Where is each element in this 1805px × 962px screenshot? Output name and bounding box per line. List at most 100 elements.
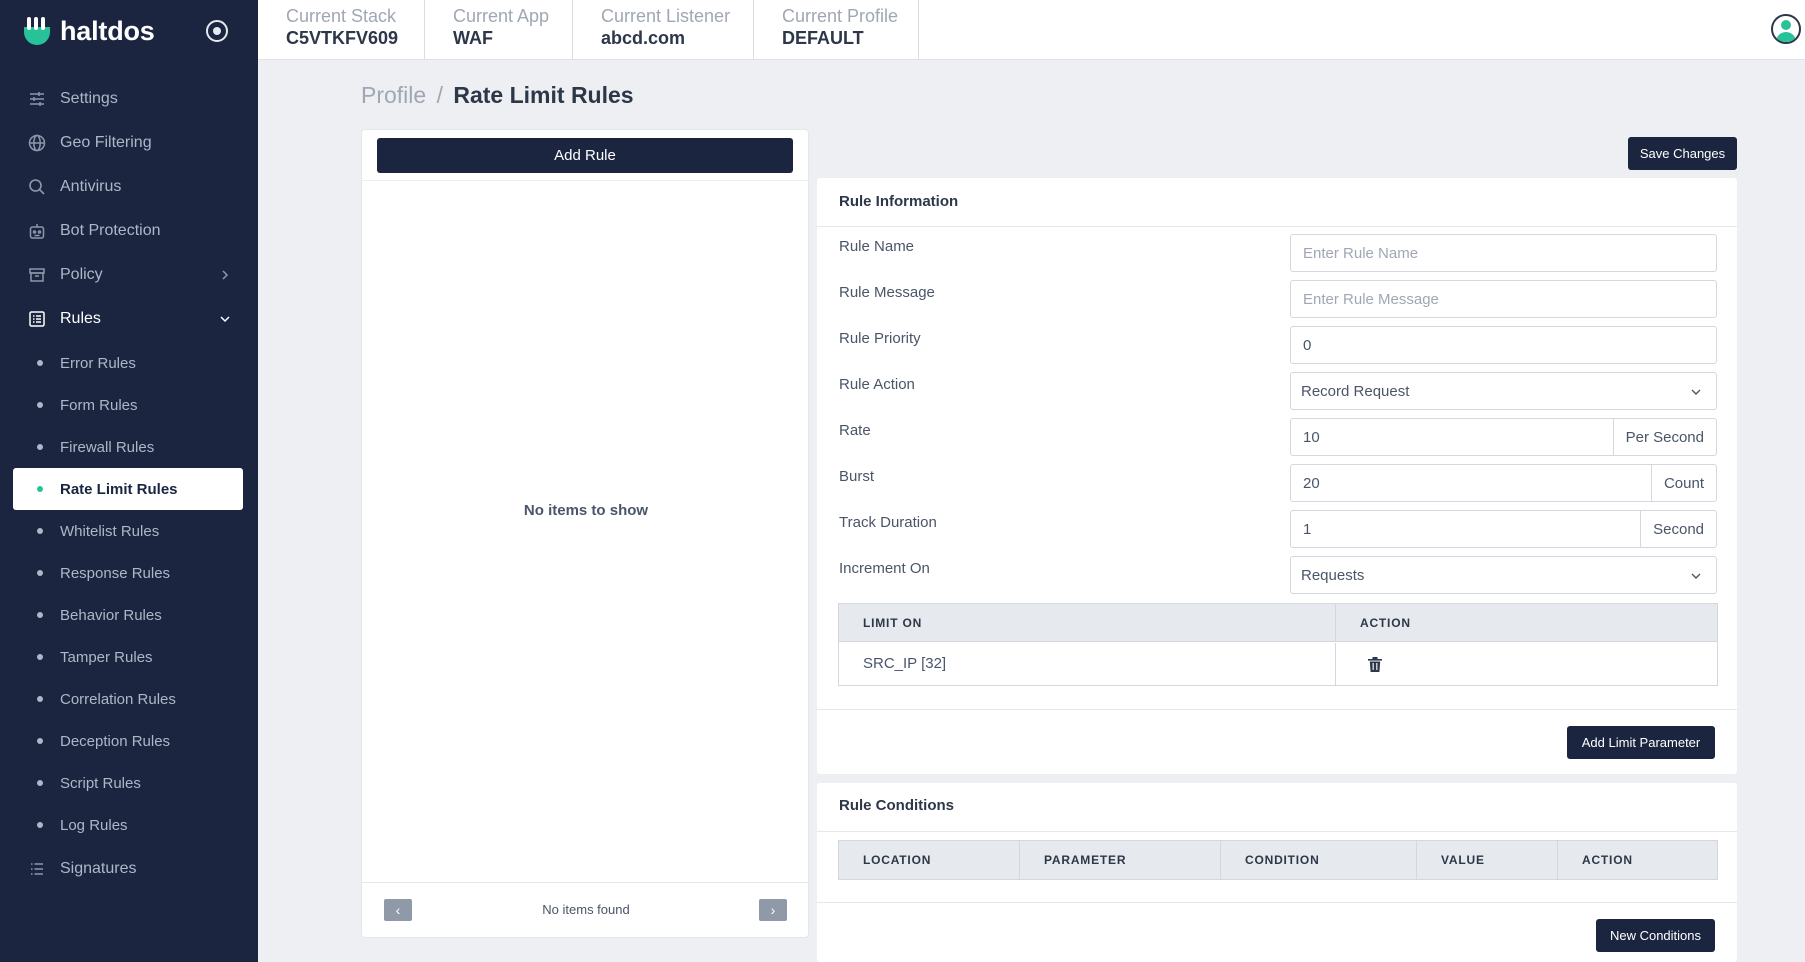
- sidebar-item-geo-filtering[interactable]: Geo Filtering: [0, 123, 258, 163]
- rule-action-select[interactable]: Record Request: [1290, 372, 1717, 410]
- context-current-app[interactable]: Current App WAF: [425, 0, 573, 59]
- context-current-stack[interactable]: Current Stack C5VTKFV609: [258, 0, 425, 59]
- column-header-value: VALUE: [1416, 841, 1557, 879]
- sidebar-subitem-label: Form Rules: [60, 396, 138, 414]
- sidebar-subitem-tamper-rules[interactable]: Tamper Rules: [13, 636, 243, 678]
- sidebar-subitem-behavior-rules[interactable]: Behavior Rules: [13, 594, 243, 636]
- sidebar-subitem-deception-rules[interactable]: Deception Rules: [13, 720, 243, 762]
- sidebar-subitem-form-rules[interactable]: Form Rules: [13, 384, 243, 426]
- rule-name-label: Rule Name: [839, 238, 915, 255]
- breadcrumb-separator: /: [436, 82, 443, 108]
- context-current-profile[interactable]: Current Profile DEFAULT: [754, 0, 919, 59]
- add-rule-button[interactable]: Add Rule: [377, 138, 793, 173]
- sidebar-item-label: Bot Protection: [60, 222, 161, 239]
- user-avatar-icon[interactable]: [1771, 14, 1801, 44]
- bullet-icon: [37, 360, 43, 366]
- track-duration-unit: Second: [1640, 511, 1716, 547]
- brand-name: haltdos: [60, 15, 155, 46]
- save-changes-button[interactable]: Save Changes: [1628, 137, 1737, 170]
- rule-priority-field: [1290, 326, 1717, 364]
- brand-logo[interactable]: haltdos: [22, 14, 155, 48]
- limit-on-cell: SRC_IP [32]: [863, 655, 947, 672]
- rule-message-input[interactable]: [1291, 281, 1716, 317]
- trash-icon[interactable]: [1368, 657, 1382, 672]
- burst-unit: Count: [1650, 465, 1716, 501]
- pagination: ‹ No items found ›: [362, 882, 810, 938]
- sidebar-item-rules[interactable]: Rules: [0, 299, 258, 339]
- sidebar-subitem-label: Error Rules: [60, 354, 136, 372]
- sidebar-item-antivirus[interactable]: Antivirus: [0, 167, 258, 207]
- sidebar-subitem-label: Whitelist Rules: [60, 522, 160, 540]
- divider: [362, 180, 810, 181]
- column-header-parameter: PARAMETER: [1019, 841, 1220, 879]
- bullet-icon: [37, 780, 43, 786]
- bullet-icon: [37, 654, 43, 660]
- increment-on-select[interactable]: Requests: [1290, 556, 1717, 594]
- sidebar-subitem-log-rules[interactable]: Log Rules: [13, 804, 243, 846]
- rate-unit: Per Second: [1612, 419, 1716, 455]
- search-icon: [29, 179, 45, 195]
- topbar: Current Stack C5VTKFV609 Current App WAF…: [258, 0, 1805, 60]
- context-current-listener[interactable]: Current Listener abcd.com: [573, 0, 754, 59]
- pagination-info: No items found: [542, 902, 630, 917]
- table-header: LOCATION PARAMETER CONDITION VALUE ACTIO…: [839, 841, 1717, 879]
- sidebar-subitem-script-rules[interactable]: Script Rules: [13, 762, 243, 804]
- next-page-button[interactable]: ›: [759, 899, 787, 921]
- sidebar-item-policy[interactable]: Policy: [0, 255, 258, 295]
- sidebar-subitem-error-rules[interactable]: Error Rules: [13, 342, 243, 384]
- breadcrumb: Profile / Rate Limit Rules: [361, 82, 634, 109]
- conditions-table: LOCATION PARAMETER CONDITION VALUE ACTIO…: [838, 840, 1718, 880]
- sidebar-subitem-response-rules[interactable]: Response Rules: [13, 552, 243, 594]
- rule-information-card: Rule Information Rule Name Rule Message …: [817, 178, 1737, 774]
- bullet-icon: [37, 822, 43, 828]
- add-limit-parameter-button[interactable]: Add Limit Parameter: [1567, 726, 1715, 759]
- rule-priority-label: Rule Priority: [839, 330, 921, 347]
- chevron-down-icon: [220, 316, 230, 323]
- context-value: C5VTKFV609: [286, 28, 399, 48]
- action-cell: [1335, 643, 1717, 685]
- sidebar-item-bot-protection[interactable]: Bot Protection: [0, 211, 258, 251]
- rule-name-field: [1290, 234, 1717, 272]
- sidebar-item-label: Geo Filtering: [60, 134, 152, 151]
- sidebar-item-settings[interactable]: Settings: [0, 79, 258, 119]
- table-header: LIMIT ON ACTION: [839, 604, 1717, 642]
- increment-on-label: Increment On: [839, 560, 930, 577]
- card-title: Rule Information: [839, 193, 959, 210]
- bullet-icon: [37, 444, 43, 450]
- rate-label: Rate: [839, 422, 871, 439]
- rule-action-label: Rule Action: [839, 376, 915, 393]
- sidebar-subitem-firewall-rules[interactable]: Firewall Rules: [13, 426, 243, 468]
- sidebar-subitem-rate-limit-rules[interactable]: Rate Limit Rules: [13, 468, 243, 510]
- sidebar-subitem-label: Rate Limit Rules: [60, 480, 178, 498]
- sidebar-item-label: Antivirus: [60, 178, 122, 195]
- column-header-condition: CONDITION: [1220, 841, 1416, 879]
- sidebar-item-signatures[interactable]: Signatures: [0, 849, 258, 889]
- context-label: Current Profile: [782, 6, 899, 26]
- archive-icon: [29, 268, 45, 282]
- sidebar-subitem-label: Deception Rules: [60, 732, 171, 750]
- rule-priority-input[interactable]: [1291, 327, 1716, 363]
- column-header-location: LOCATION: [863, 853, 932, 867]
- sidebar-subitem-whitelist-rules[interactable]: Whitelist Rules: [13, 510, 243, 552]
- chevron-right-icon: [222, 270, 229, 280]
- context-label: Current Listener: [601, 6, 731, 26]
- sidebar-subitem-label: Correlation Rules: [60, 690, 176, 708]
- breadcrumb-profile[interactable]: Profile: [361, 82, 426, 108]
- rule-message-field: [1290, 280, 1717, 318]
- rule-name-input[interactable]: [1291, 235, 1716, 271]
- list-lines-icon: [31, 863, 43, 875]
- rate-field: Per Second: [1290, 418, 1717, 456]
- column-header-limit-on: LIMIT ON: [863, 616, 923, 630]
- context-label: Current Stack: [286, 6, 397, 26]
- empty-state-message: No items to show: [523, 502, 649, 519]
- rules-list-panel: Add Rule No items to show ‹ No items fou…: [361, 129, 810, 938]
- divider: [817, 226, 1737, 227]
- bullet-icon: [37, 612, 43, 618]
- divider: [817, 831, 1737, 832]
- bullet-icon: [37, 486, 43, 492]
- context-value: WAF: [453, 28, 493, 48]
- new-conditions-button[interactable]: New Conditions: [1596, 919, 1715, 952]
- sidebar: haltdos Settings Geo Filtering Antivirus…: [0, 0, 258, 962]
- sidebar-subitem-correlation-rules[interactable]: Correlation Rules: [13, 678, 243, 720]
- sidebar-toggle-icon[interactable]: [206, 20, 228, 42]
